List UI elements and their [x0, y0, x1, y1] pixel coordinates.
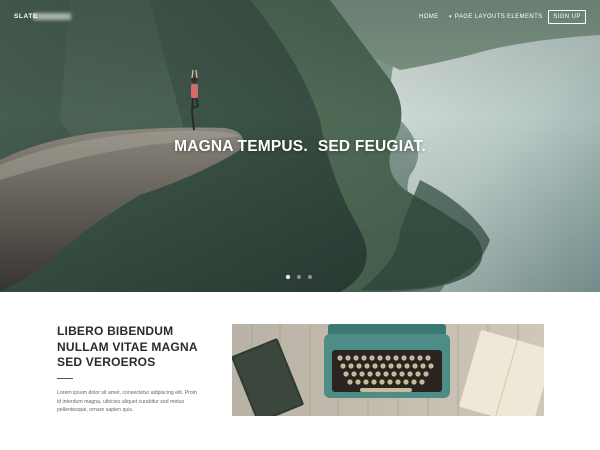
- chevron-down-icon: ▾: [449, 14, 452, 20]
- brand-subtitle-blurred: [33, 13, 71, 20]
- feature-section: LIBERO BIBENDUM NULLAM VITAE MAGNA SED V…: [0, 292, 600, 450]
- title-divider: [57, 378, 73, 379]
- hero-banner: SLATE HOME ▾ PAGE LAYOUTS ELEMENTS SIGN U…: [0, 0, 600, 292]
- hero-headline: MAGNA TEMPUS. SED FEUGIAT.: [0, 138, 600, 156]
- feature-image: [232, 324, 544, 416]
- body-line: id interdum magna, ultricies aliquet cur…: [57, 398, 185, 405]
- page: SLATE HOME ▾ PAGE LAYOUTS ELEMENTS SIGN U…: [0, 0, 600, 450]
- nav-item-home[interactable]: HOME: [419, 14, 439, 20]
- nav-item-elements[interactable]: ELEMENTS: [507, 14, 543, 20]
- sign-up-button[interactable]: SIGN UP: [548, 10, 586, 24]
- hero-headline-part1: MAGNA TEMPUS.: [174, 138, 308, 155]
- section-title-line: LIBERO BIBENDUM: [57, 324, 174, 338]
- slide-dot-3[interactable]: [308, 275, 312, 279]
- hero-headline-part2: SED FEUGIAT.: [317, 138, 426, 155]
- section-title-line: NULLAM VITAE MAGNA: [57, 339, 198, 354]
- body-line: pellentesque, ornare sapien quis.: [57, 407, 134, 414]
- slide-dot-1[interactable]: [286, 275, 290, 279]
- nav-item-page-layouts[interactable]: ▾ PAGE LAYOUTS: [449, 14, 505, 20]
- top-navigation-bar: SLATE HOME ▾ PAGE LAYOUTS ELEMENTS SIGN U…: [0, 0, 600, 36]
- desk-typewriter-photo: [232, 324, 544, 416]
- section-title: LIBERO BIBENDUM NULLAM VITAE MAGNA SED V…: [57, 324, 222, 371]
- section-body-text: Lorem ipsum dolor sit amet, consectetur …: [57, 389, 217, 415]
- body-line: Lorem ipsum dolor sit amet, consectetur …: [57, 390, 197, 396]
- section-title-line: SED VEROEROS: [57, 355, 156, 369]
- nav-item-label: PAGE LAYOUTS: [454, 14, 506, 20]
- slide-dot-2[interactable]: [297, 275, 301, 279]
